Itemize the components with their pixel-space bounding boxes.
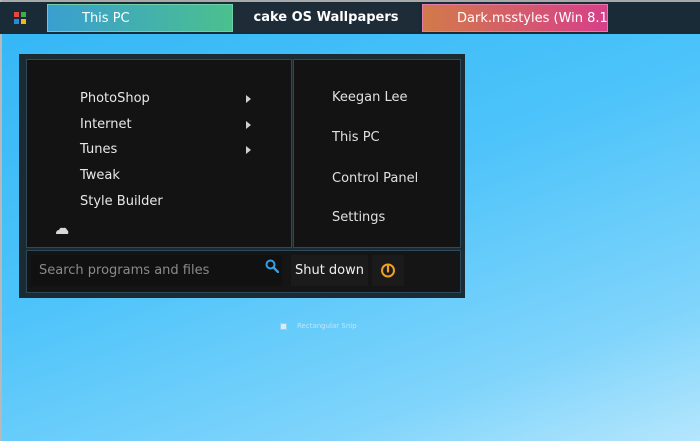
snip-label: Rectangular Snip [297, 322, 357, 330]
place-item-control-panel[interactable]: Control Panel [332, 169, 418, 189]
start-bottom-bar: Search programs and files Shut down [26, 250, 461, 293]
taskbar: This PC cake OS Wallpapers Dark.msstyles… [0, 2, 700, 34]
submenu-arrow-icon [246, 95, 251, 103]
taskbar-item-wallpapers[interactable]: cake OS Wallpapers [234, 4, 418, 32]
program-item-internet[interactable]: Internet [80, 115, 132, 135]
window-frame-left [0, 0, 2, 441]
submenu-arrow-icon [246, 121, 251, 129]
start-menu: PhotoShop Internet Tunes Tweak Style Bui… [19, 54, 465, 298]
place-item-user[interactable]: Keegan Lee [332, 88, 407, 108]
place-item-settings[interactable]: Settings [332, 208, 385, 228]
start-logo-icon[interactable] [14, 12, 27, 25]
cloud-icon [56, 227, 69, 234]
search-input[interactable]: Search programs and files [31, 255, 282, 286]
power-icon [381, 263, 395, 278]
power-options-button[interactable] [372, 255, 404, 286]
program-item-tunes[interactable]: Tunes [80, 140, 117, 160]
submenu-arrow-icon [246, 146, 251, 154]
taskbar-item-msstyles[interactable]: Dark.msstyles (Win 8.1... [422, 4, 608, 32]
snip-icon [280, 322, 287, 330]
places-pane: Keegan Lee This PC Control Panel Setting… [293, 59, 461, 248]
search-icon[interactable] [265, 259, 279, 273]
snip-ghost-label: Rectangular Snip [280, 319, 385, 333]
taskbar-item-this-pc[interactable]: This PC [47, 4, 233, 32]
program-item-style-builder[interactable]: Style Builder [80, 192, 163, 212]
programs-pane: PhotoShop Internet Tunes Tweak Style Bui… [26, 59, 292, 248]
program-item-photoshop[interactable]: PhotoShop [80, 89, 150, 109]
program-item-tweak[interactable]: Tweak [80, 166, 120, 186]
shutdown-button[interactable]: Shut down [291, 255, 368, 286]
place-item-this-pc[interactable]: This PC [332, 128, 380, 148]
